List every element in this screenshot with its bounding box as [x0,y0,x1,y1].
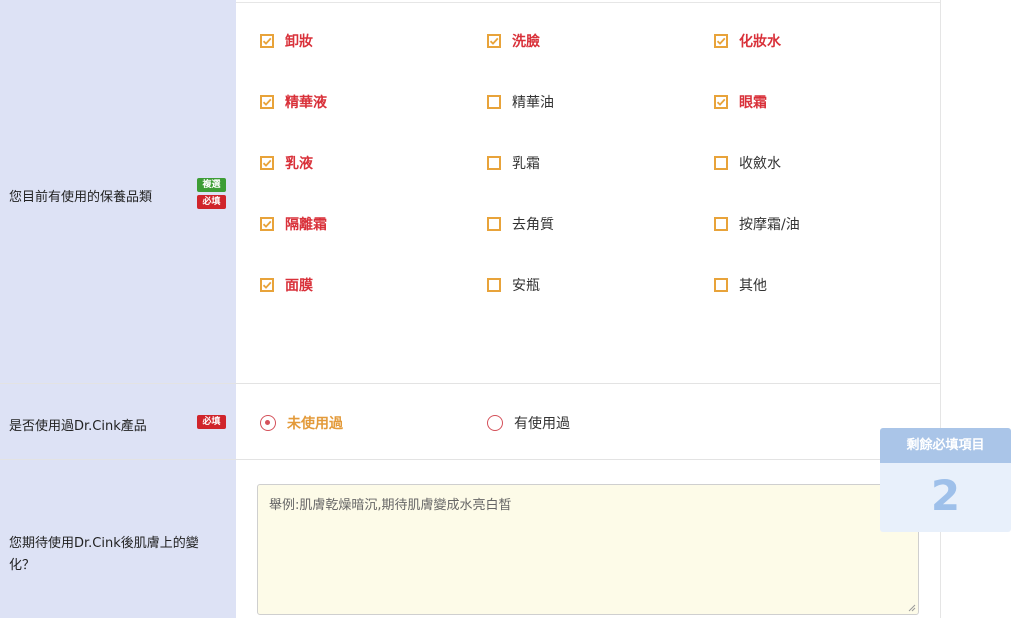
checkbox-checked-icon[interactable] [714,34,728,48]
textarea-placeholder: 舉例:肌膚乾燥暗沉,期待肌膚變成水亮白皙 [269,498,512,513]
checkbox-checked-icon[interactable] [260,156,274,170]
checkbox-label: 其他 [739,278,767,294]
question-label: 您目前有使用的保養品類 [9,190,153,205]
checkbox-option[interactable]: 收斂水 [714,154,781,172]
checkbox-label: 眼霜 [739,95,767,111]
radio-option-used[interactable]: 有使用過 [487,414,570,432]
checkbox-option[interactable]: 精華油 [487,93,554,111]
checkbox-option[interactable]: 按摩霜/油 [714,215,800,233]
multi-select-badge: 複選 [197,178,226,192]
checkbox-option[interactable]: 精華液 [260,93,327,111]
expected-change-textarea[interactable]: 舉例:肌膚乾燥暗沉,期待肌膚變成水亮白皙 [257,484,919,615]
question-label-cell: 您目前有使用的保養品類 複選 必填 [0,0,236,383]
required-badge: 必填 [197,415,226,429]
checkbox-option[interactable]: 去角質 [487,215,554,233]
remaining-count: 2 [930,471,961,520]
checkbox-label: 收斂水 [739,156,781,172]
checkbox-empty-icon[interactable] [487,217,501,231]
checkbox-label: 乳霜 [512,156,540,172]
checkbox-checked-icon[interactable] [260,217,274,231]
checkbox-option[interactable]: 安瓶 [487,276,540,294]
checkbox-option[interactable]: 化妝水 [714,32,781,50]
question-label-cell: 是否使用過Dr.Cink產品 必填 [0,384,236,459]
checkbox-checked-icon[interactable] [260,34,274,48]
radio-label: 有使用過 [514,416,570,432]
checkbox-option[interactable]: 隔離霜 [260,215,327,233]
checkbox-option[interactable]: 眼霜 [714,93,767,111]
question-skincare-products: 您目前有使用的保養品類 複選 必填 卸妝 洗臉 化妝水精華液 精華油 眼霜乳液 乳霜 收斂水… [0,0,941,384]
question-used-drcink: 是否使用過Dr.Cink產品 必填 未使用過 有使用過 [0,384,941,460]
question-label-line2: 化？ [9,558,36,573]
checkbox-label: 乳液 [285,156,313,172]
checkbox-checked-icon[interactable] [714,95,728,109]
checkbox-option[interactable]: 乳霜 [487,154,540,172]
checkbox-checked-icon[interactable] [487,34,501,48]
checkbox-label: 卸妝 [285,34,313,50]
checkbox-empty-icon[interactable] [487,278,501,292]
checkbox-option[interactable]: 面膜 [260,276,313,294]
checkbox-label: 面膜 [285,278,313,294]
options-grid: 卸妝 洗臉 化妝水精華液 精華油 眼霜乳液 乳霜 收斂水隔離霜 去角質 按摩霜/油面膜 安瓶 其他 [236,0,941,383]
checkbox-checked-icon[interactable] [260,278,274,292]
checkbox-option[interactable]: 其他 [714,276,767,294]
resize-grip-icon[interactable] [908,604,916,612]
remaining-title: 剩餘必填項目 [880,428,1011,463]
checkbox-option[interactable]: 卸妝 [260,32,313,50]
radio-group: 未使用過 有使用過 [236,384,941,459]
question-label: 是否使用過Dr.Cink產品 [9,419,147,434]
checkbox-label: 隔離霜 [285,217,327,233]
checkbox-label: 精華油 [512,95,554,111]
checkbox-label: 安瓶 [512,278,540,294]
required-badge: 必填 [197,195,226,209]
checkbox-label: 去角質 [512,217,554,233]
checkbox-label: 精華液 [285,95,327,111]
checkbox-label: 化妝水 [739,34,781,50]
checkbox-empty-icon[interactable] [714,278,728,292]
question-label-cell: 您期待使用Dr.Cink後肌膚上的變 化？ [0,460,236,618]
checkbox-checked-icon[interactable] [260,95,274,109]
checkbox-empty-icon[interactable] [487,95,501,109]
radio-label: 未使用過 [287,416,343,432]
question-label-line1: 您期待使用Dr.Cink後肌膚上的變 [9,536,199,551]
checkbox-option[interactable]: 乳液 [260,154,313,172]
radio-option-not-used[interactable]: 未使用過 [260,414,343,432]
checkbox-label: 洗臉 [512,34,540,50]
radio-selected-icon[interactable] [260,415,276,431]
checkbox-empty-icon[interactable] [714,217,728,231]
checkbox-empty-icon[interactable] [487,156,501,170]
checkbox-empty-icon[interactable] [714,156,728,170]
radio-unselected-icon[interactable] [487,415,503,431]
remaining-required-panel: 剩餘必填項目 2 [880,428,1011,532]
checkbox-label: 按摩霜/油 [739,217,800,233]
checkbox-option[interactable]: 洗臉 [487,32,540,50]
